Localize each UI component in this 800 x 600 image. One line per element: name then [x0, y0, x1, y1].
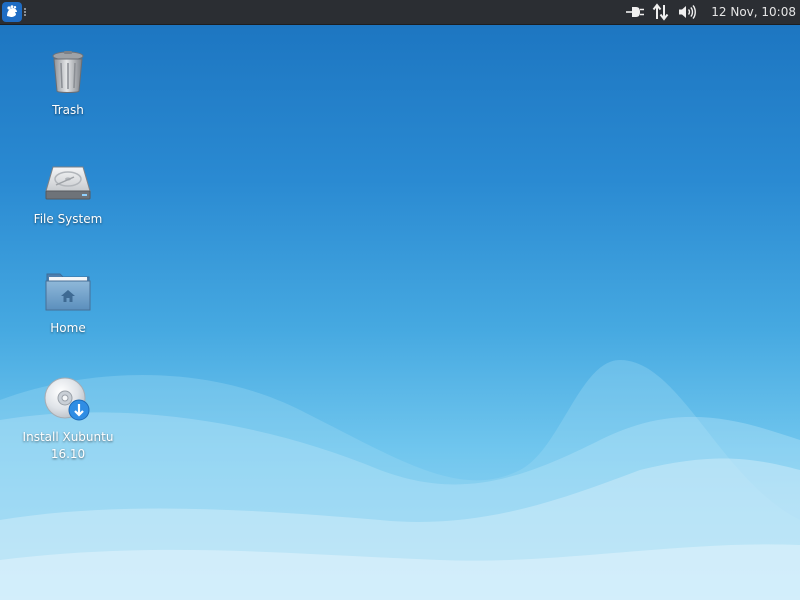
desktop-icon-install-xubuntu[interactable]: Install Xubuntu 16.10 — [18, 375, 118, 463]
panel-clock[interactable]: 12 Nov, 10:08 — [711, 5, 796, 19]
desktop-icon-label: Trash — [52, 103, 84, 117]
desktop-icon-file-system[interactable]: File System — [18, 157, 118, 228]
desktop-icon-label: File System — [33, 212, 103, 226]
home-folder-icon — [44, 266, 92, 314]
system-tray: 12 Nov, 10:08 — [621, 0, 800, 24]
xfce-mouse-icon — [2, 2, 22, 22]
desktop-icon-home[interactable]: Home — [18, 266, 118, 337]
applications-menu-button[interactable] — [2, 1, 32, 23]
trash-icon — [44, 48, 92, 96]
desktop-icon-label: Install Xubuntu 16.10 — [22, 430, 114, 461]
panel-separator — [24, 8, 30, 16]
power-plug-icon[interactable] — [623, 0, 647, 24]
install-disc-icon — [44, 375, 92, 423]
wallpaper-waves — [0, 360, 800, 600]
volume-icon[interactable] — [675, 0, 699, 24]
network-arrows-icon[interactable] — [649, 0, 673, 24]
desktop[interactable]: 12 Nov, 10:08 Trash File System Home Ins… — [0, 0, 800, 600]
desktop-icon-trash[interactable]: Trash — [18, 48, 118, 119]
desktop-icon-label: Home — [50, 321, 86, 335]
hard-drive-icon — [44, 157, 92, 205]
top-panel: 12 Nov, 10:08 — [0, 0, 800, 25]
